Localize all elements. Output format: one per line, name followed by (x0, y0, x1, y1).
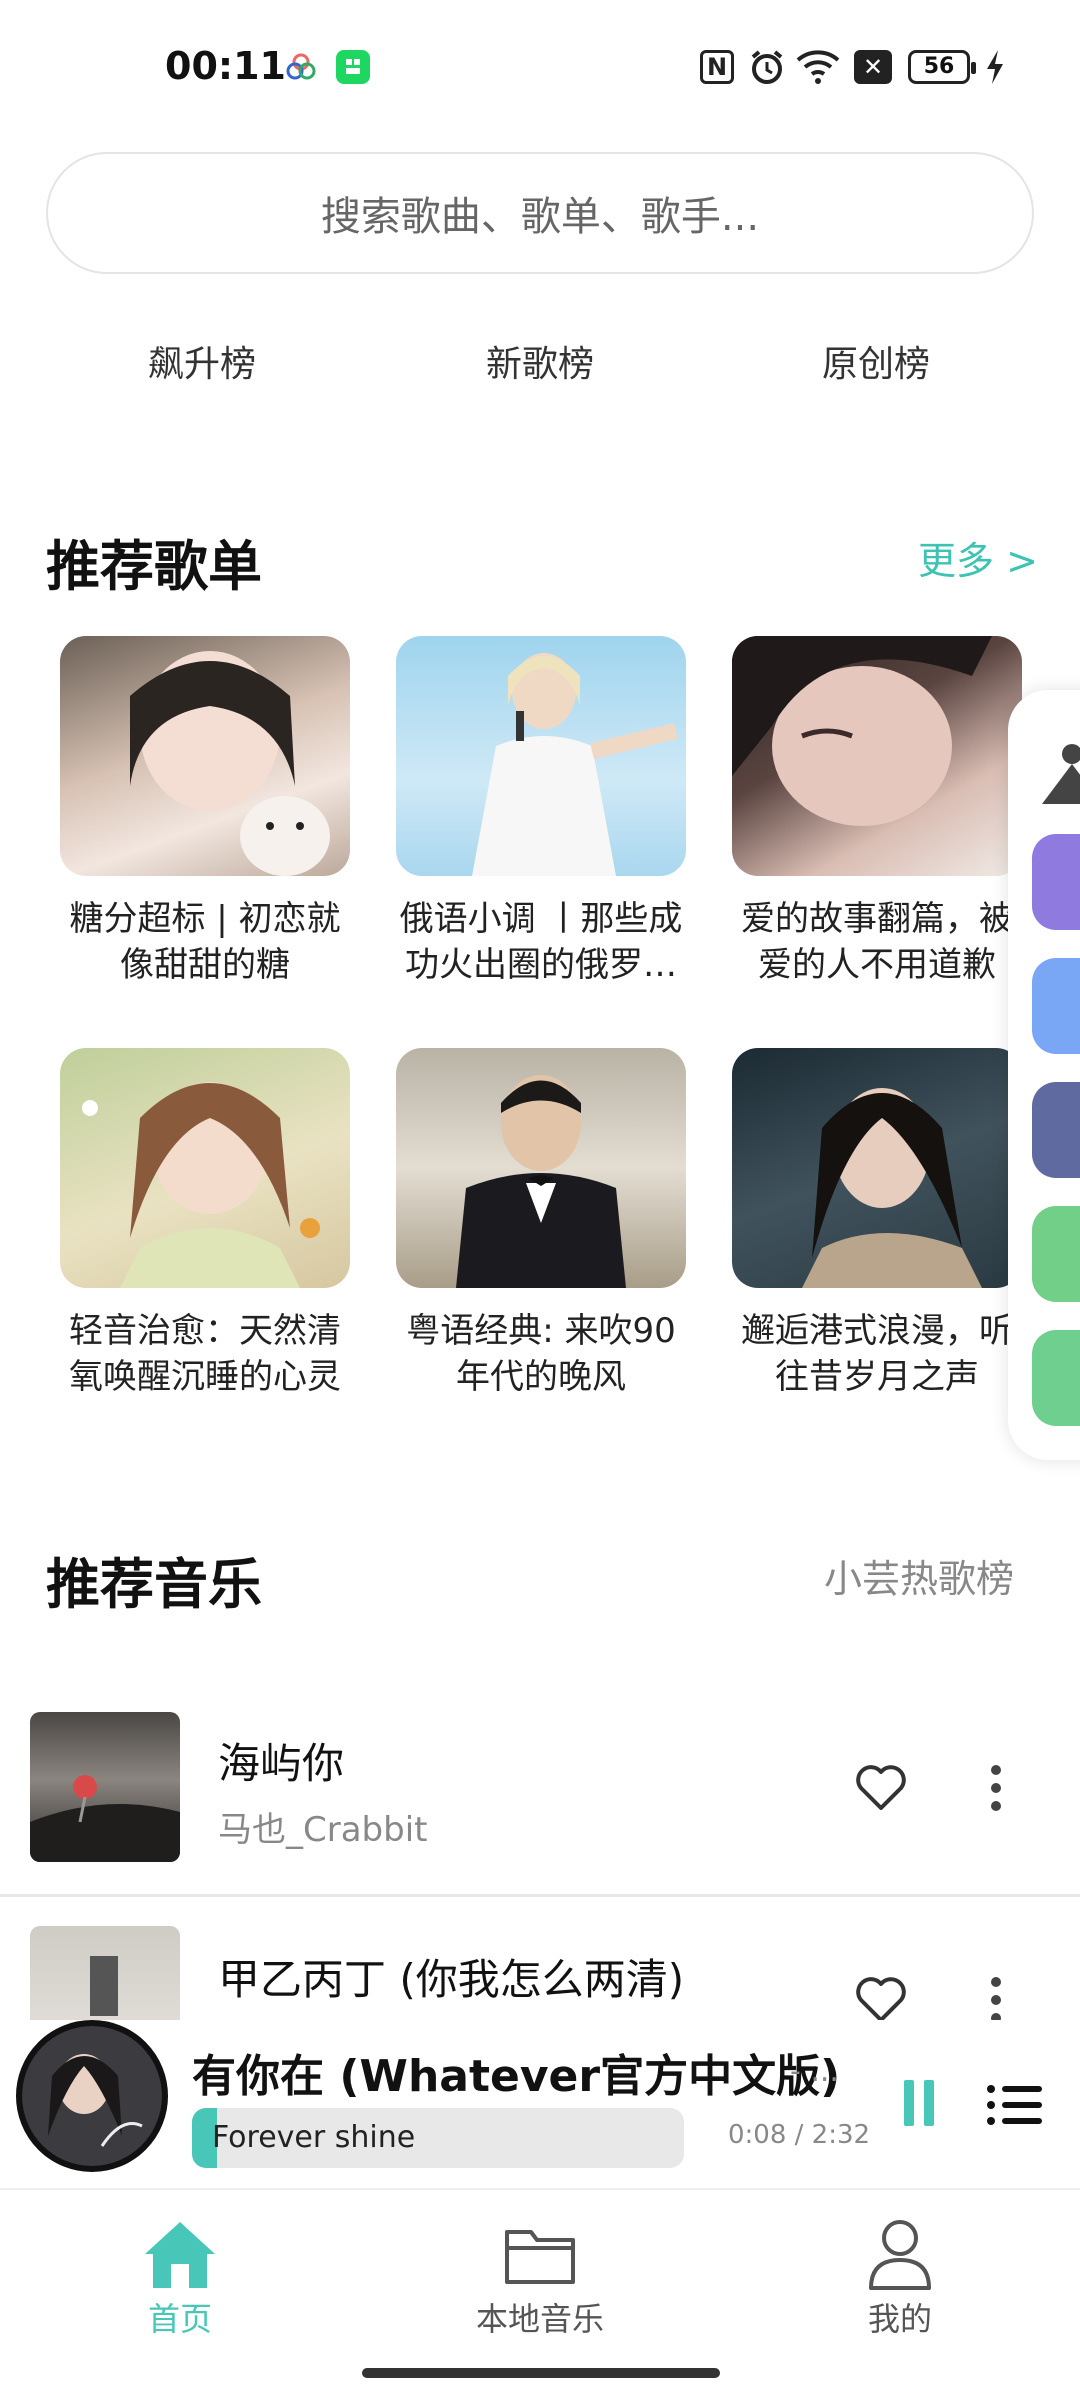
song-artist: 马也_Crabbit (218, 1810, 428, 1850)
person-icon (869, 2220, 931, 2290)
nav-label: 本地音乐 (475, 2300, 604, 2338)
tab-original[interactable]: 原创榜 (822, 335, 930, 387)
playlist-title: 轻音治愈：天然清氧唤醒沉睡的心灵 (69, 1311, 341, 1397)
app-notification-icon (284, 50, 318, 84)
playlist-cover (60, 1048, 350, 1288)
dock-app-icon[interactable] (1032, 834, 1080, 930)
song-row[interactable]: 海屿你 马也_Crabbit (0, 1690, 1080, 1900)
wifi-icon (796, 48, 840, 90)
music-section-title: 推荐音乐 (46, 1553, 262, 1616)
song-cover (30, 1712, 180, 1862)
floating-app-dock[interactable] (1008, 690, 1080, 1460)
playlist-title: 爱的故事翻篇，被爱的人不用道歉 (741, 899, 1013, 985)
nfc-icon: N (700, 50, 734, 84)
dock-app-icon[interactable] (1032, 724, 1080, 820)
song-divider (0, 1894, 1080, 1897)
search-placeholder: 搜索歌曲、歌单、歌手... (320, 194, 760, 240)
nav-local-music[interactable]: 本地音乐 (360, 2190, 720, 2350)
nav-label: 首页 (147, 2300, 212, 2338)
playlist-title: 邂逅港式浪漫，听往昔岁月之声 (741, 1311, 1013, 1397)
nav-profile[interactable]: 我的 (720, 2190, 1080, 2350)
mini-player[interactable]: 有你在 (Whatever官方中文版) - ... Forever shine … (0, 2020, 1080, 2180)
playlist-queue-icon[interactable] (986, 2084, 1042, 2126)
playlist-card[interactable]: 轻音治愈：天然清氧唤醒沉睡的心灵 (60, 1048, 350, 1400)
status-time: 00:11 (165, 44, 286, 88)
more-playlists-link[interactable]: 更多 > (918, 530, 1038, 585)
dock-app-icon[interactable] (1032, 1206, 1080, 1302)
home-icon (145, 2222, 215, 2288)
playlist-card[interactable]: 糖分超标 | 初恋就像甜甜的糖 (60, 636, 350, 988)
more-options-icon[interactable] (984, 1760, 1008, 1816)
nav-home[interactable]: 首页 (0, 2190, 360, 2350)
nav-label: 我的 (867, 2300, 932, 2338)
playlist-cover (396, 636, 686, 876)
playlist-card[interactable]: 邂逅港式浪漫，听往昔岁月之声 (732, 1048, 1022, 1400)
now-playing-cover[interactable] (16, 2020, 168, 2172)
app-badge-icon (336, 50, 370, 84)
playlist-cover (732, 636, 1022, 876)
song-title: 甲乙丙丁 (你我怎么两清) (218, 1955, 685, 2004)
playlist-card[interactable]: 爱的故事翻篇，被爱的人不用道歉 (732, 636, 1022, 988)
playlist-card[interactable]: 俄语小调 丨那些成功火出圈的俄罗斯歌曲 (396, 636, 686, 988)
playlist-card[interactable]: 粤语经典: 来吹90年代的晚风 (396, 1048, 686, 1400)
playback-time: 0:08 / 2:32 (728, 2120, 871, 2150)
dock-app-icon[interactable] (1032, 1082, 1080, 1178)
playlist-title: 粤语经典: 来吹90年代的晚风 (406, 1311, 676, 1397)
dock-app-icon[interactable] (1032, 958, 1080, 1054)
song-row[interactable]: 甲乙丙丁 (你我怎么两清) (0, 1902, 1080, 2020)
tab-new-songs[interactable]: 新歌榜 (486, 335, 594, 387)
hot-chart-link[interactable]: 小芸热歌榜 (824, 1548, 1014, 1603)
pause-icon[interactable] (904, 2080, 934, 2126)
favorite-heart-icon[interactable] (853, 1760, 909, 1816)
more-options-icon[interactable] (984, 1972, 1008, 2020)
tab-soaring[interactable]: 飙升榜 (148, 335, 256, 387)
song-title: 海屿你 (218, 1739, 345, 1788)
playlist-cover (60, 636, 350, 876)
now-playing-title: 有你在 (Whatever官方中文版) (192, 2051, 841, 2102)
lyric-progress-bar[interactable]: Forever shine (192, 2108, 684, 2168)
folder-icon (505, 2230, 575, 2284)
dock-app-icon[interactable] (1032, 1330, 1080, 1426)
alarm-icon (748, 48, 786, 90)
playlist-cover (732, 1048, 1022, 1288)
gesture-home-bar[interactable] (362, 2368, 720, 2378)
search-input[interactable]: 搜索歌曲、歌单、歌手... (46, 152, 1034, 274)
signal-off-icon: ✕ (854, 50, 892, 84)
current-lyric: Forever shine (212, 2120, 416, 2155)
playlist-cover (396, 1048, 686, 1288)
playlist-title: 俄语小调 丨那些成功火出圈的俄罗斯歌曲 (399, 899, 683, 985)
charging-icon (984, 48, 1006, 90)
favorite-heart-icon[interactable] (853, 1972, 909, 2020)
playlists-section-title: 推荐歌单 (46, 535, 262, 598)
playlist-title: 糖分超标 | 初恋就像甜甜的糖 (69, 899, 341, 985)
battery-indicator: 56 (908, 50, 976, 84)
now-playing-artist-suffix: - ... (790, 2054, 839, 2089)
song-cover (30, 1926, 180, 2020)
